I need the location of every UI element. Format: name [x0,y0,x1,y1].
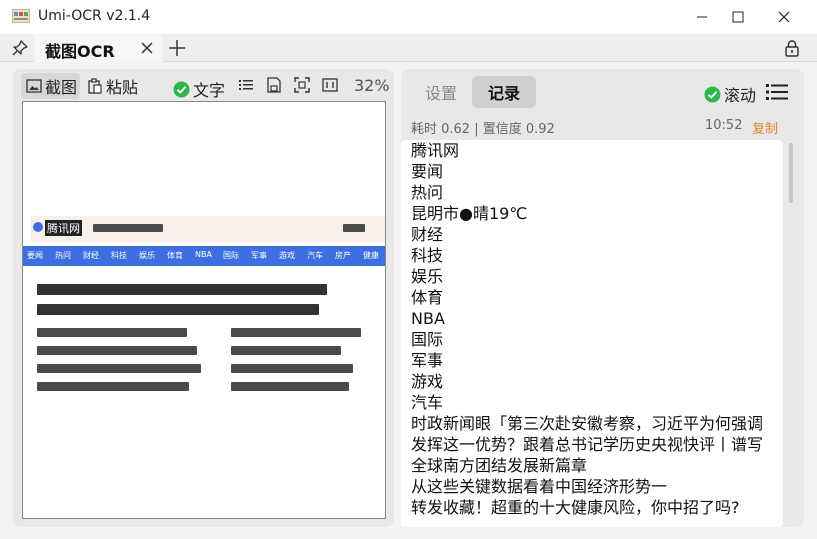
tab-screenshot-ocr[interactable]: 截图OCR [34,34,162,62]
scroll-toggle-label: 滚动 [724,86,757,105]
preview-site-header: 腾讯网 [31,216,385,242]
preview-text-line [231,346,341,355]
save-icon[interactable] [266,77,282,93]
window-title: Umi-OCR v2.1.4 [38,8,151,24]
paste-icon [88,78,102,94]
actual-size-icon[interactable] [322,77,338,93]
preview-headline-2 [37,304,319,315]
result-line: 科技 [411,246,444,265]
pin-icon[interactable] [12,40,28,56]
preview-nav-item: 娱乐 [139,251,155,260]
close-icon [778,11,790,23]
ocr-time: 10:52 [705,118,743,133]
tab-bar: 截图OCR [0,34,817,62]
lock-icon[interactable] [783,39,801,57]
result-line: 娱乐 [411,267,444,286]
preview-text-line [37,382,189,391]
result-line: 国际 [411,330,444,349]
result-line: 转发收藏！超重的十大健康风险，你中招了吗? [411,498,740,517]
menu-icon[interactable] [766,83,788,101]
preview-text-line [231,364,353,373]
preview-nav-item: NBA [195,250,212,259]
preview-nav-item: 军事 [251,251,267,260]
preview-nav-item: 国际 [223,251,239,260]
plus-icon[interactable] [168,39,186,57]
tencent-logo-icon [33,222,43,232]
copy-button[interactable]: 复制 [752,118,778,137]
zoom-level: 32% [354,76,390,95]
tab-close-icon[interactable] [139,40,155,56]
image-icon [26,79,42,93]
paste-button[interactable]: 粘贴 [85,73,143,99]
tab-label: 截图OCR [45,42,115,61]
preview-text-line [231,382,349,391]
result-line: 游戏 [411,372,444,391]
result-line: 要闻 [411,162,444,181]
preview-search-mark [343,224,365,232]
preview-site-name: 腾讯网 [45,220,82,236]
app-window: Umi-OCR v2.1.4 截图OCR 截图 粘贴 文字 32% 腾讯网 要闻… [0,0,817,539]
checkbox-checked-icon [173,81,190,97]
maximize-icon [732,11,744,23]
app-logo-icon [12,9,30,23]
preview-nav-item: 汽车 [307,251,323,260]
scrollbar[interactable] [789,143,793,203]
preview-nav-item: 健康 [363,251,379,260]
result-line: 热问 [411,183,444,202]
preview-nav-item: 体育 [167,251,183,260]
ocr-result-text[interactable]: 腾讯网要闻热问昆明市●晴19℃ 财经科技娱乐体育 NBA 国际军事游戏汽车时政新闻眼「… [401,140,783,527]
result-line: 体育 [411,288,444,307]
scroll-toggle[interactable]: 滚动 [704,82,756,106]
tab-records[interactable]: 记录 [472,76,536,108]
ocr-meta: 耗时 0.62 | 置信度 0.92 [411,122,555,137]
list-icon[interactable] [238,77,254,93]
maximize-button[interactable] [715,0,761,34]
result-line: 汽车 [411,393,444,412]
minimize-icon [697,16,707,18]
result-line: 财经 [411,225,444,244]
preview-nav-item: 热问 [55,251,71,260]
preview-weather-mark [93,224,163,232]
results-panel: 设置 记录 滚动 耗时 0.62 | 置信度 0.92 10:52 复制 腾讯网… [401,69,804,527]
result-line: 军事 [411,351,444,370]
preview-text-line [231,328,361,337]
preview-nav-item: 财经 [83,251,99,260]
paste-label: 粘贴 [106,78,139,97]
screenshot-panel: 截图 粘贴 文字 32% 腾讯网 要闻 热问 财经 科技 娱乐 体育 NBA 国… [13,69,394,527]
title-bar: Umi-OCR v2.1.4 [0,0,817,34]
preview-headline-1 [37,284,327,295]
preview-text-line [37,328,187,337]
text-toggle-label: 文字 [193,81,226,100]
preview-nav-bar: 要闻 热问 财经 科技 娱乐 体育 NBA 国际 军事 游戏 汽车 房产 健康 [23,246,385,266]
preview-text-line [37,346,197,355]
text-toggle[interactable]: 文字 [173,77,225,101]
preview-nav-item: 游戏 [279,251,295,260]
close-button[interactable] [761,0,807,34]
preview-nav-item: 要闻 [27,251,43,260]
preview-nav-item: 科技 [111,251,127,260]
result-line: 时政新闻眼「第三次赴安徽考察，习近平为何强调发挥这一优势？跟着总书记学历史央视快… [411,414,764,475]
tab-settings[interactable]: 设置 [408,76,474,108]
checkbox-checked-icon [704,86,721,102]
result-line: 从这些关键数据看着中国经济形势一 [411,477,668,496]
fit-window-icon[interactable] [294,77,310,93]
result-line: 昆明市●晴19℃ [411,204,528,223]
screenshot-label: 截图 [45,78,78,97]
screenshot-button[interactable]: 截图 [21,73,80,99]
screenshot-preview[interactable]: 腾讯网 要闻 热问 财经 科技 娱乐 体育 NBA 国际 军事 游戏 汽车 房产 健康 [22,101,386,519]
result-line: NBA [411,309,445,328]
preview-nav-item: 房产 [335,251,351,260]
preview-text-line [37,364,201,373]
result-lines: 腾讯网要闻热问昆明市●晴19℃ 财经科技娱乐体育 NBA 国际军事游戏汽车时政新闻眼「… [411,140,771,518]
result-line: 腾讯网 [411,141,460,160]
